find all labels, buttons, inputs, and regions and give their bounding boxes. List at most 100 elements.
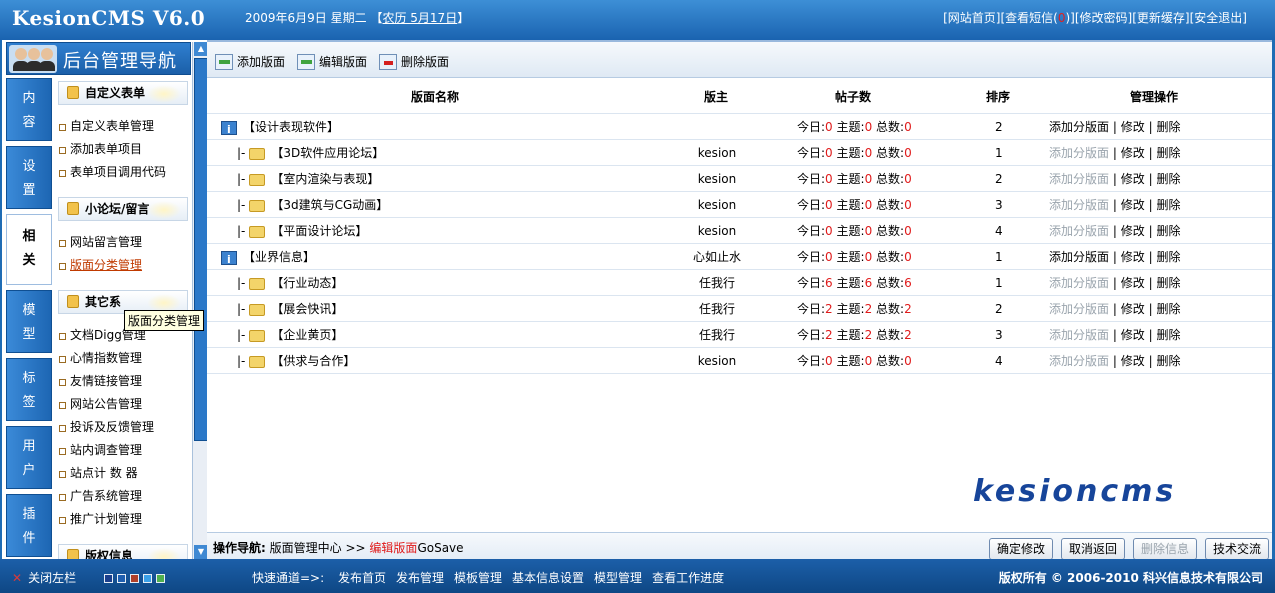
nav-menu-item[interactable]: 表单项目调用代码 [56, 161, 190, 184]
view-messages-link[interactable]: [查看短信(0)] [1000, 11, 1074, 25]
nav-menu-item[interactable]: 友情链接管理 [56, 370, 190, 393]
nav-section-header[interactable]: 小论坛/留言 [58, 197, 188, 221]
board-name-cell: |- 【3d建筑与CG动画】 [221, 192, 388, 218]
tab-0[interactable]: 内容 [6, 78, 52, 141]
add-sub-board-link[interactable]: 添加分版面 [1049, 276, 1109, 290]
breadcrumb-path[interactable]: 版面管理中心 [270, 541, 342, 555]
add-board-button[interactable]: 添加版面 [215, 54, 285, 70]
site-home-link[interactable]: [网站首页] [943, 11, 1000, 25]
tab-5[interactable]: 用户 [6, 426, 52, 489]
modify-link[interactable]: 修改 [1121, 172, 1145, 186]
delete-link[interactable]: 删除 [1156, 276, 1180, 290]
board-name[interactable]: 【供求与合作】 [271, 354, 355, 368]
tab-6[interactable]: 插件 [6, 494, 52, 557]
quick-link[interactable]: 发布管理 [396, 571, 444, 585]
delete-link[interactable]: 删除 [1156, 120, 1180, 134]
tab-3[interactable]: 模型 [6, 290, 52, 353]
separator: | [1112, 354, 1117, 368]
close-left-button[interactable]: ✕ 关闭左栏 [12, 569, 76, 586]
delete-info-button[interactable]: 删除信息 [1133, 538, 1198, 560]
board-name[interactable]: 【行业动态】 [271, 276, 343, 290]
modify-link[interactable]: 修改 [1121, 146, 1145, 160]
board-name[interactable]: 【企业黄页】 [271, 328, 343, 342]
theme-swatch[interactable] [130, 574, 139, 583]
lunar-date-link[interactable]: 农历 5月17日 [382, 11, 457, 25]
delete-link[interactable]: 删除 [1156, 354, 1180, 368]
tooltip: 版面分类管理 [124, 310, 205, 331]
refresh-cache-link[interactable]: [更新缓存] [1132, 11, 1189, 25]
nav-menu-item[interactable]: 添加表单项目 [56, 138, 190, 161]
quick-link[interactable]: 查看工作进度 [652, 571, 724, 585]
add-sub-board-link[interactable]: 添加分版面 [1049, 250, 1109, 264]
safe-logout-link[interactable]: [安全退出] [1190, 11, 1247, 25]
board-name[interactable]: 【室内渲染与表现】 [271, 172, 379, 186]
scroll-up-icon[interactable]: ▲ [194, 42, 208, 56]
board-name[interactable]: 【平面设计论坛】 [271, 224, 367, 238]
tree-connector: |- [237, 302, 246, 316]
nav-menu-item[interactable]: 站点计 数 器 [56, 462, 190, 485]
modify-link[interactable]: 修改 [1121, 276, 1145, 290]
cancel-return-button[interactable]: 取消返回 [1061, 538, 1126, 560]
add-sub-board-link[interactable]: 添加分版面 [1049, 198, 1109, 212]
nav-section-header[interactable]: 版权信息 [58, 544, 188, 559]
delete-link[interactable]: 删除 [1156, 224, 1180, 238]
modify-link[interactable]: 修改 [1121, 120, 1145, 134]
quick-link[interactable]: 模板管理 [454, 571, 502, 585]
info-icon [221, 247, 237, 273]
scroll-thumb[interactable] [194, 58, 208, 441]
modify-link[interactable]: 修改 [1121, 224, 1145, 238]
delete-link[interactable]: 删除 [1156, 250, 1180, 264]
nav-menu-item[interactable]: 投诉及反馈管理 [56, 416, 190, 439]
nav-menu-item[interactable]: 自定义表单管理 [56, 115, 190, 138]
nav-section-header[interactable]: 自定义表单 [58, 81, 188, 105]
sidebar-scrollbar[interactable]: ▲ ▼ [192, 42, 208, 559]
delete-link[interactable]: 删除 [1156, 198, 1180, 212]
tab-2[interactable]: 相关 [6, 214, 52, 285]
add-sub-board-link[interactable]: 添加分版面 [1049, 354, 1109, 368]
add-sub-board-link[interactable]: 添加分版面 [1049, 120, 1109, 134]
delete-link[interactable]: 删除 [1156, 172, 1180, 186]
tab-4[interactable]: 标签 [6, 358, 52, 421]
quick-link[interactable]: 发布首页 [338, 571, 386, 585]
nav-menu-item[interactable]: 心情指数管理 [56, 347, 190, 370]
theme-swatch[interactable] [156, 574, 165, 583]
theme-swatch[interactable] [143, 574, 152, 583]
nav-menu-item[interactable]: 推广计划管理 [56, 508, 190, 531]
delete-link[interactable]: 删除 [1156, 328, 1180, 342]
quick-link[interactable]: 基本信息设置 [512, 571, 584, 585]
quick-link[interactable]: 模型管理 [594, 571, 642, 585]
board-name[interactable]: 【业界信息】 [243, 250, 315, 264]
board-name[interactable]: 【设计表现软件】 [243, 120, 339, 134]
delete-board-button[interactable]: 删除版面 [379, 54, 449, 70]
modify-link[interactable]: 修改 [1121, 328, 1145, 342]
scroll-down-icon[interactable]: ▼ [194, 545, 208, 559]
board-name[interactable]: 【展会快讯】 [271, 302, 343, 316]
nav-menu-item[interactable]: 版面分类管理 [56, 254, 190, 277]
nav-menu-item[interactable]: 网站留言管理 [56, 231, 190, 254]
edit-board-button[interactable]: 编辑版面 [297, 54, 367, 70]
delete-link[interactable]: 删除 [1156, 146, 1180, 160]
tab-1[interactable]: 设置 [6, 146, 52, 209]
table-row: |- 【行业动态】 任我行 今日:6 主题:6 总数:6 1 添加分版面 | 修改 | 删… [207, 270, 1272, 296]
modify-link[interactable]: 修改 [1121, 354, 1145, 368]
nav-menu-item[interactable]: 网站公告管理 [56, 393, 190, 416]
theme-swatch[interactable] [104, 574, 113, 583]
add-sub-board-link[interactable]: 添加分版面 [1049, 224, 1109, 238]
confirm-modify-button[interactable]: 确定修改 [989, 538, 1054, 560]
modify-link[interactable]: 修改 [1121, 302, 1145, 316]
modify-link[interactable]: 修改 [1121, 250, 1145, 264]
add-sub-board-link[interactable]: 添加分版面 [1049, 172, 1109, 186]
theme-swatch[interactable] [117, 574, 126, 583]
board-name[interactable]: 【3D软件应用论坛】 [271, 146, 384, 160]
change-password-link[interactable]: [修改密码] [1075, 11, 1132, 25]
nav-menu-item[interactable]: 站内调查管理 [56, 439, 190, 462]
add-sub-board-link[interactable]: 添加分版面 [1049, 328, 1109, 342]
delete-link[interactable]: 删除 [1156, 302, 1180, 316]
board-name[interactable]: 【3d建筑与CG动画】 [271, 198, 388, 212]
add-sub-board-link[interactable]: 添加分版面 [1049, 302, 1109, 316]
modify-link[interactable]: 修改 [1121, 198, 1145, 212]
tech-exchange-button[interactable]: 技术交流 [1205, 538, 1270, 560]
nav-menu-item[interactable]: 广告系统管理 [56, 485, 190, 508]
folder-icon [249, 303, 266, 316]
add-sub-board-link[interactable]: 添加分版面 [1049, 146, 1109, 160]
